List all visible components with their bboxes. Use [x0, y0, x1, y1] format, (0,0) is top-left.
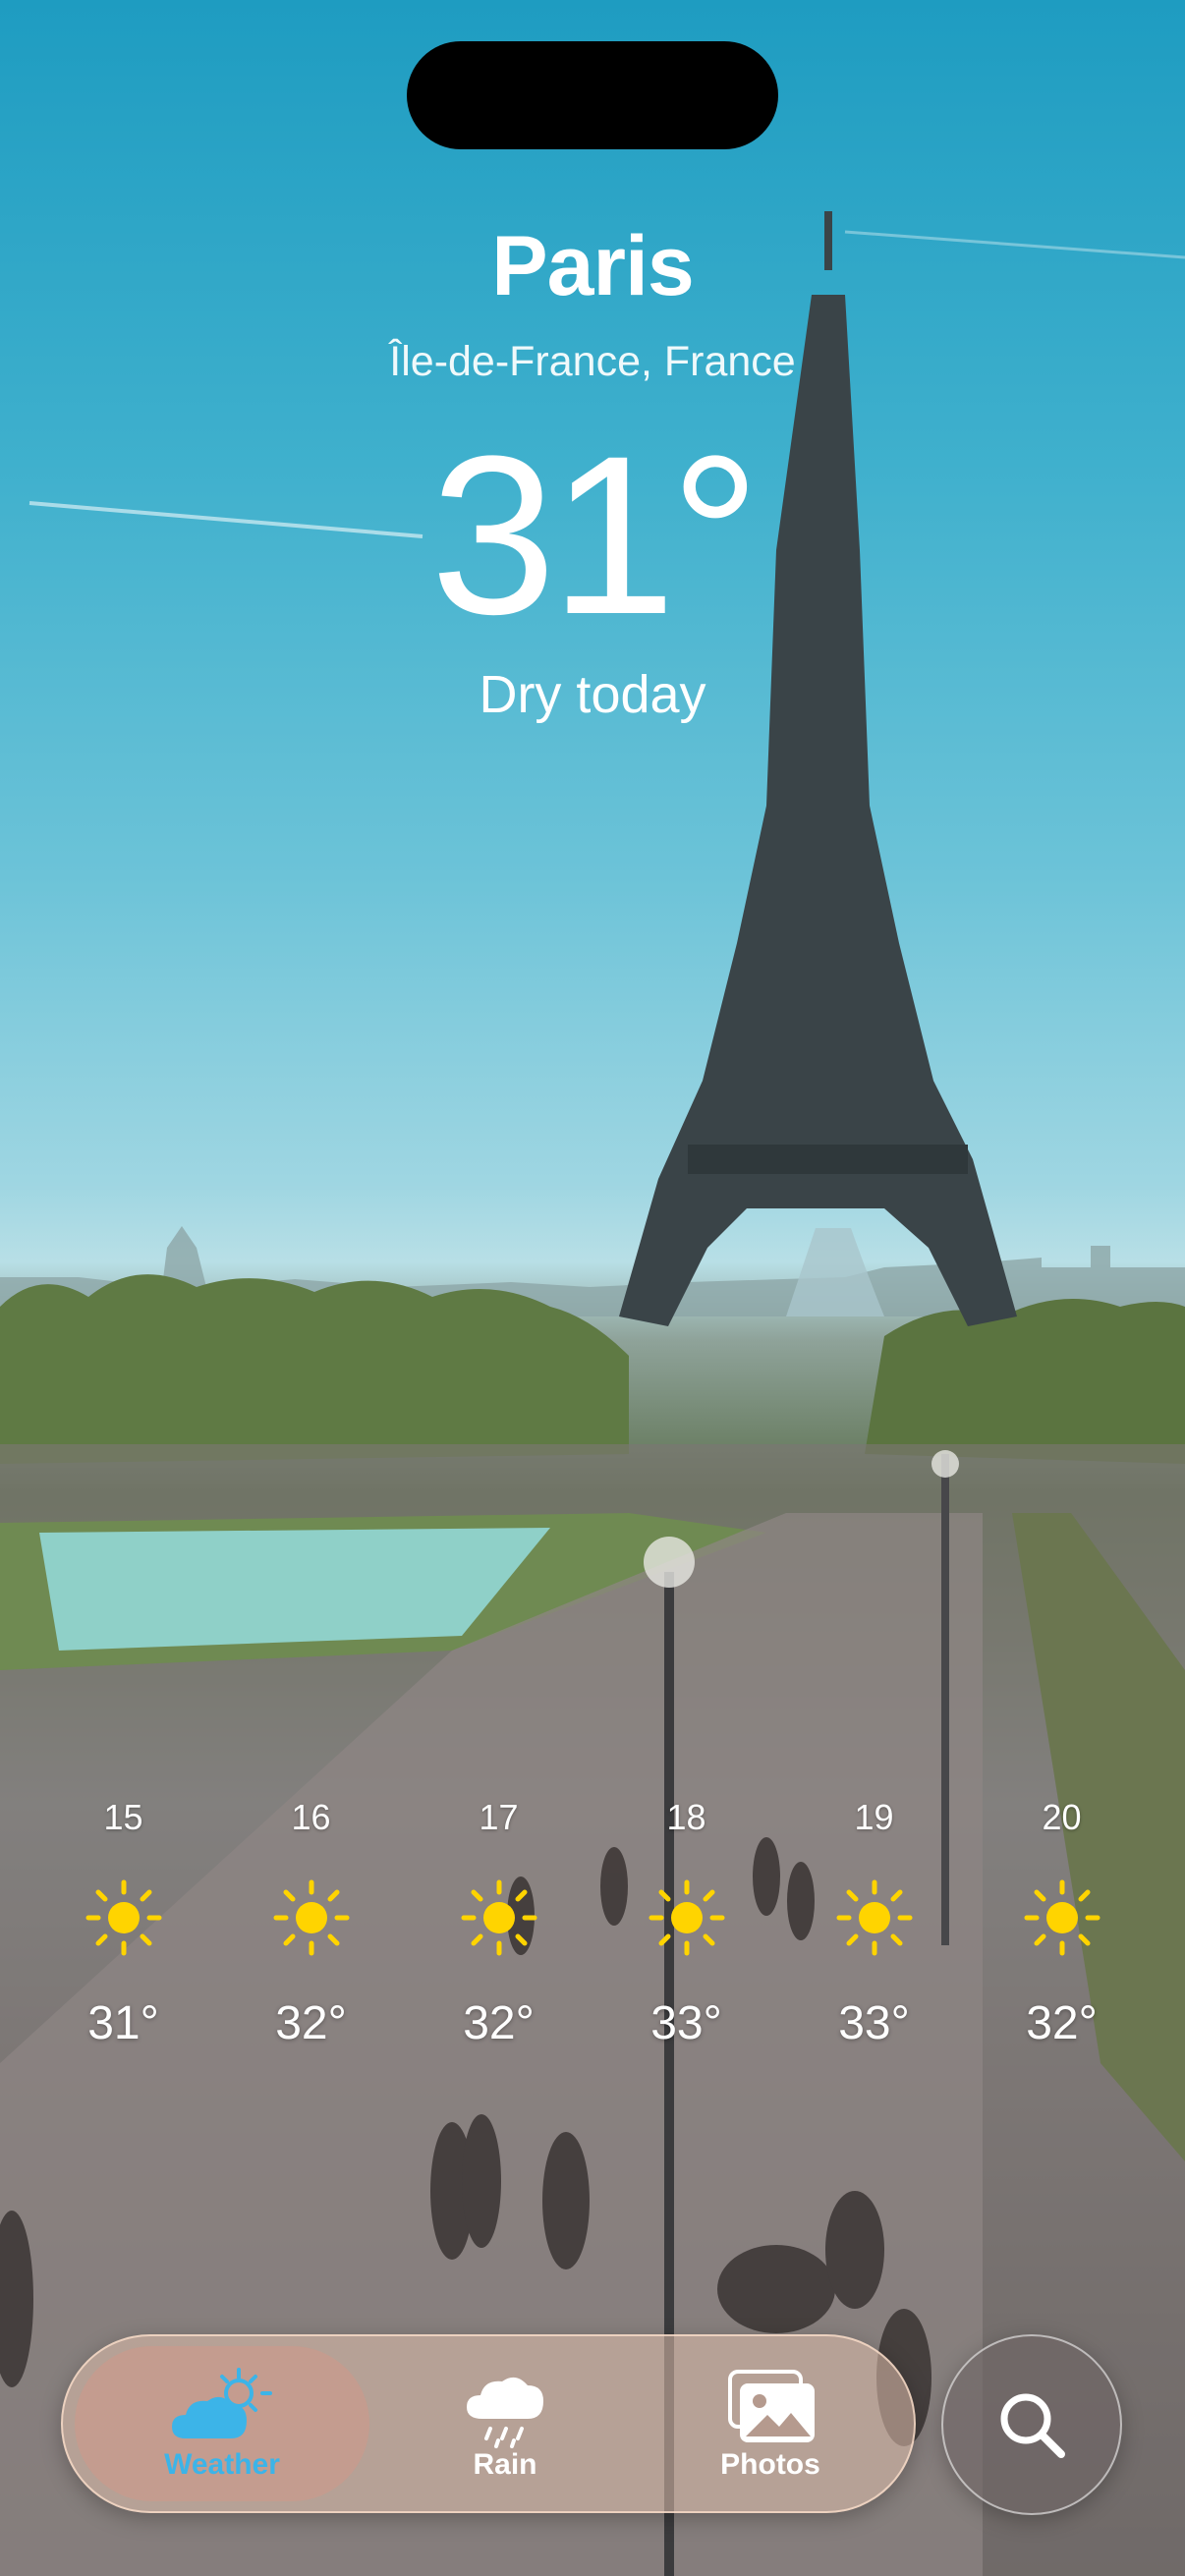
dynamic-island — [407, 41, 778, 149]
tab-weather[interactable]: Weather — [75, 2346, 369, 2501]
search-button[interactable] — [941, 2334, 1122, 2515]
hour-temperature: 33° — [838, 1997, 910, 2049]
hour-item: 15 31° — [29, 1788, 217, 2083]
cloud-rain-icon — [467, 2377, 543, 2448]
hour-temperature: 32° — [463, 1997, 535, 2049]
hourly-forecast: 15 31° 16 32° 17 32° 18 33° 19 33° 20 32… — [29, 1788, 1156, 2083]
hour-item: 20 32° — [968, 1788, 1156, 2083]
hour-temperature: 33° — [650, 1997, 722, 2049]
hour-label: 19 — [854, 1797, 894, 1837]
tab-rain[interactable]: Rain — [397, 2346, 613, 2501]
hour-item: 17 32° — [405, 1788, 592, 2083]
sun-icon — [85, 1879, 161, 1956]
tab-photos[interactable]: Photos — [652, 2346, 888, 2501]
hour-item: 19 33° — [780, 1788, 968, 2083]
hour-item: 16 32° — [217, 1788, 405, 2083]
hour-temperature: 32° — [275, 1997, 347, 2049]
sun-icon — [836, 1879, 912, 1956]
hour-label: 17 — [479, 1797, 519, 1837]
hour-label: 18 — [666, 1797, 706, 1837]
tab-rain-label: Rain — [473, 2448, 537, 2481]
weather-screen: Paris Île-de-France, France 31° Dry toda… — [0, 0, 1185, 2576]
condition-text: Dry today — [479, 665, 706, 724]
hour-label: 15 — [103, 1797, 143, 1837]
background-photo — [0, 211, 1185, 2576]
current-temperature: 31° — [430, 409, 761, 661]
hour-temperature: 31° — [87, 1997, 159, 2049]
hour-item: 18 33° — [592, 1788, 780, 2083]
sun-icon — [649, 1879, 724, 1956]
tab-weather-label: Weather — [164, 2448, 280, 2481]
tab-bar: Weather Rain Photos — [61, 2334, 916, 2513]
hour-label: 20 — [1042, 1797, 1082, 1837]
photos-icon — [728, 2370, 815, 2442]
hour-temperature: 32° — [1026, 1997, 1098, 2049]
cloud-sun-icon — [172, 2368, 272, 2438]
search-icon — [1000, 2393, 1065, 2458]
sun-icon — [273, 1879, 349, 1956]
city-name: Paris — [491, 219, 694, 313]
sun-icon — [461, 1879, 536, 1956]
tab-photos-label: Photos — [720, 2448, 820, 2481]
region-name: Île-de-France, France — [389, 338, 796, 385]
sun-icon — [1024, 1879, 1100, 1956]
hour-label: 16 — [291, 1797, 331, 1837]
